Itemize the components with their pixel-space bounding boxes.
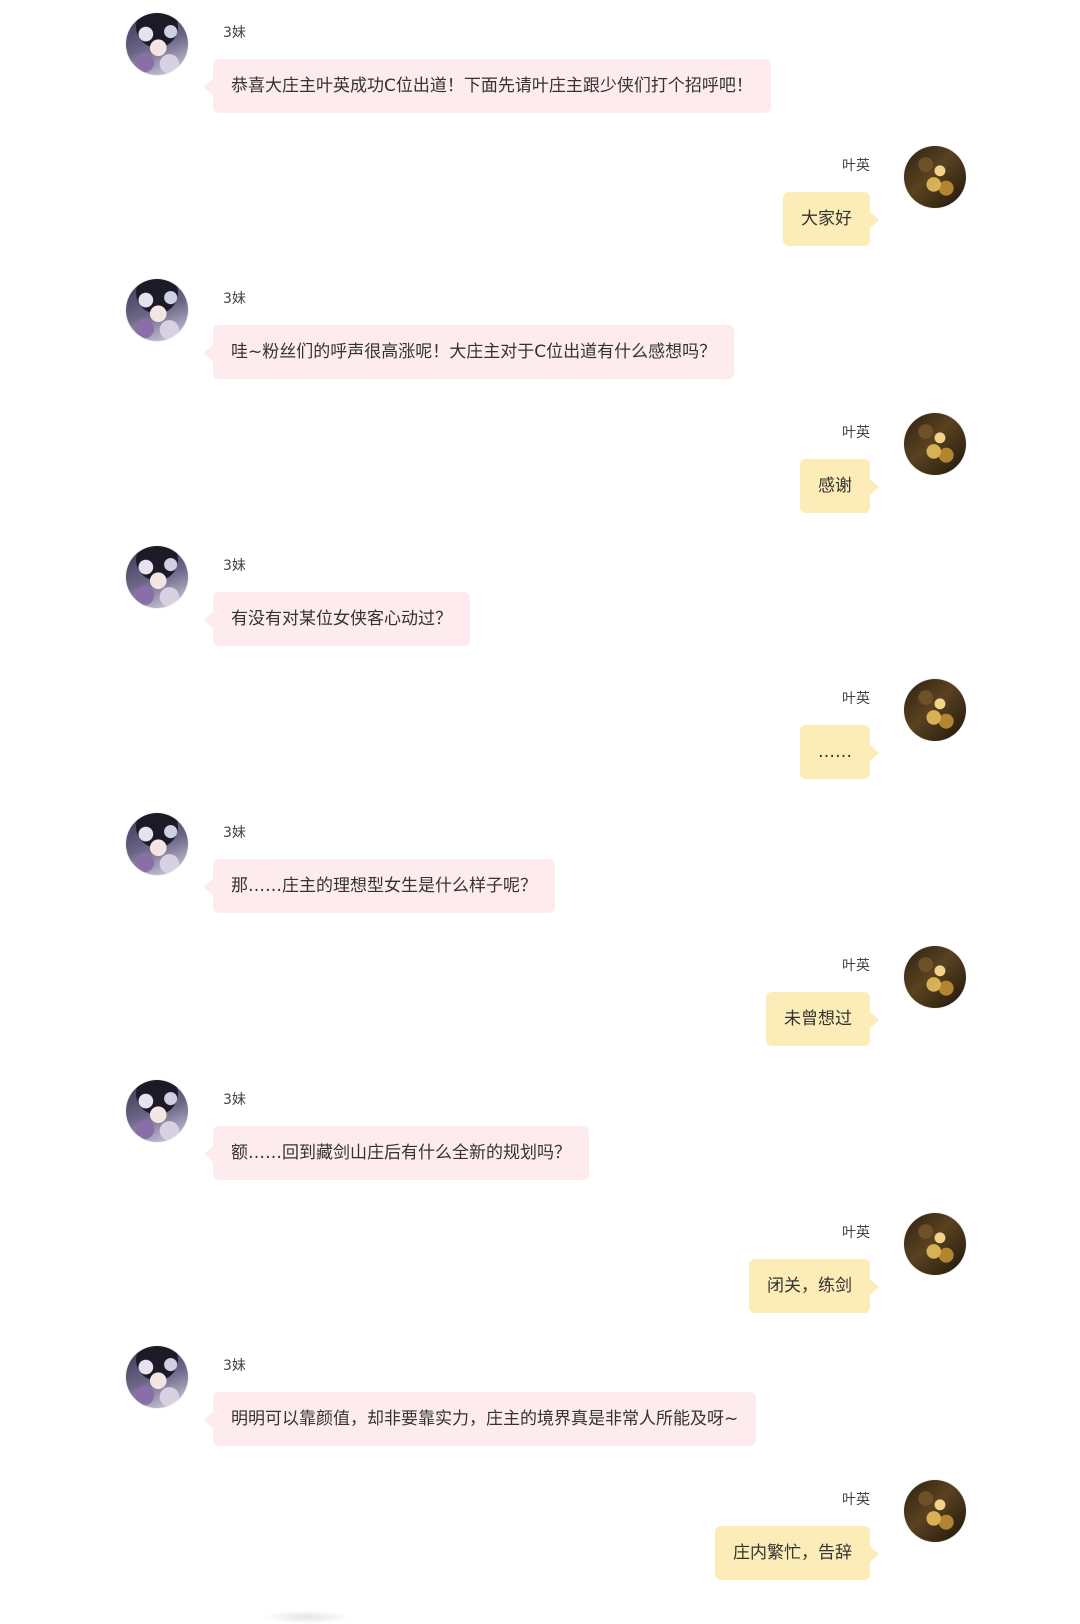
- message-bubble: 庄内繁忙，告辞: [715, 1526, 879, 1580]
- avatar-yeying-icon[interactable]: [904, 1213, 966, 1275]
- avatar-yeying-icon[interactable]: [904, 1480, 966, 1542]
- message-bubble: ……: [800, 725, 879, 779]
- avatar-yeying-icon[interactable]: [904, 679, 966, 741]
- sender-name: 3妹: [223, 291, 246, 307]
- avatar-3mei-icon[interactable]: [126, 279, 188, 341]
- message-row: 叶英 庄内繁忙，告辞: [0, 1480, 1080, 1600]
- avatar-3mei-icon[interactable]: [126, 1346, 188, 1408]
- message-row: 3妹 那……庄主的理想型女生是什么样子呢？: [0, 813, 1080, 933]
- message-bubble: 未曾想过: [766, 992, 879, 1046]
- message-bubble: 闭关，练剑: [749, 1259, 879, 1313]
- sender-name: 叶英: [842, 158, 870, 174]
- avatar-yeying-icon[interactable]: [904, 413, 966, 475]
- message-row: 3妹 额……回到藏剑山庄后有什么全新的规划吗？: [0, 1080, 1080, 1200]
- avatar-yeying-icon[interactable]: [904, 946, 966, 1008]
- sender-name: 叶英: [842, 1492, 870, 1508]
- sender-name: 叶英: [842, 425, 870, 441]
- sender-name: 叶英: [842, 958, 870, 974]
- sender-name: 叶英: [842, 1225, 870, 1241]
- avatar-3mei-icon[interactable]: [126, 1080, 188, 1142]
- message-row: 叶英 未曾想过: [0, 946, 1080, 1066]
- message-bubble: 恭喜大庄主叶英成功C位出道！下面先请叶庄主跟少侠们打个招呼吧！: [204, 59, 771, 113]
- message-bubble: 额……回到藏剑山庄后有什么全新的规划吗？: [204, 1126, 589, 1180]
- message-row: 叶英 ……: [0, 679, 1080, 799]
- message-bubble: 明明可以靠颜值，却非要靠实力，庄主的境界真是非常人所能及呀~: [203, 1392, 757, 1446]
- sender-name: 3妹: [223, 558, 246, 574]
- sender-name: 3妹: [223, 25, 246, 41]
- message-row: 叶英 大家好: [0, 146, 1080, 266]
- sender-name: 3妹: [223, 1092, 246, 1108]
- sender-name: 叶英: [842, 691, 870, 707]
- message-row: 3妹 明明可以靠颜值，却非要靠实力，庄主的境界真是非常人所能及呀~: [0, 1346, 1080, 1466]
- message-bubble: 有没有对某位女侠客心动过？: [204, 592, 470, 646]
- message-row: 叶英 感谢: [0, 413, 1080, 533]
- chat-conversation: 3妹 恭喜大庄主叶英成功C位出道！下面先请叶庄主跟少侠们打个招呼吧！ 叶英 大家…: [0, 0, 1080, 1624]
- sender-name: 3妹: [223, 825, 246, 841]
- avatar-3mei-icon[interactable]: [126, 813, 188, 875]
- message-bubble: 哇~粉丝们的呼声很高涨呢！大庄主对于C位出道有什么感想吗？: [203, 325, 735, 379]
- message-row: 3妹 哇~粉丝们的呼声很高涨呢！大庄主对于C位出道有什么感想吗？: [0, 279, 1080, 399]
- sender-name: 3妹: [223, 1358, 246, 1374]
- message-bubble: 那……庄主的理想型女生是什么样子呢？: [204, 859, 555, 913]
- message-row: 3妹 恭喜大庄主叶英成功C位出道！下面先请叶庄主跟少侠们打个招呼吧！: [0, 13, 1080, 133]
- avatar-yeying-icon[interactable]: [904, 146, 966, 208]
- avatar-3mei-icon[interactable]: [126, 546, 188, 608]
- message-bubble: 感谢: [800, 459, 879, 513]
- avatar-3mei-icon[interactable]: [126, 13, 188, 75]
- message-row: 3妹 有没有对某位女侠客心动过？: [0, 546, 1080, 666]
- message-row: 叶英 闭关，练剑: [0, 1213, 1080, 1333]
- message-bubble: 大家好: [783, 192, 879, 246]
